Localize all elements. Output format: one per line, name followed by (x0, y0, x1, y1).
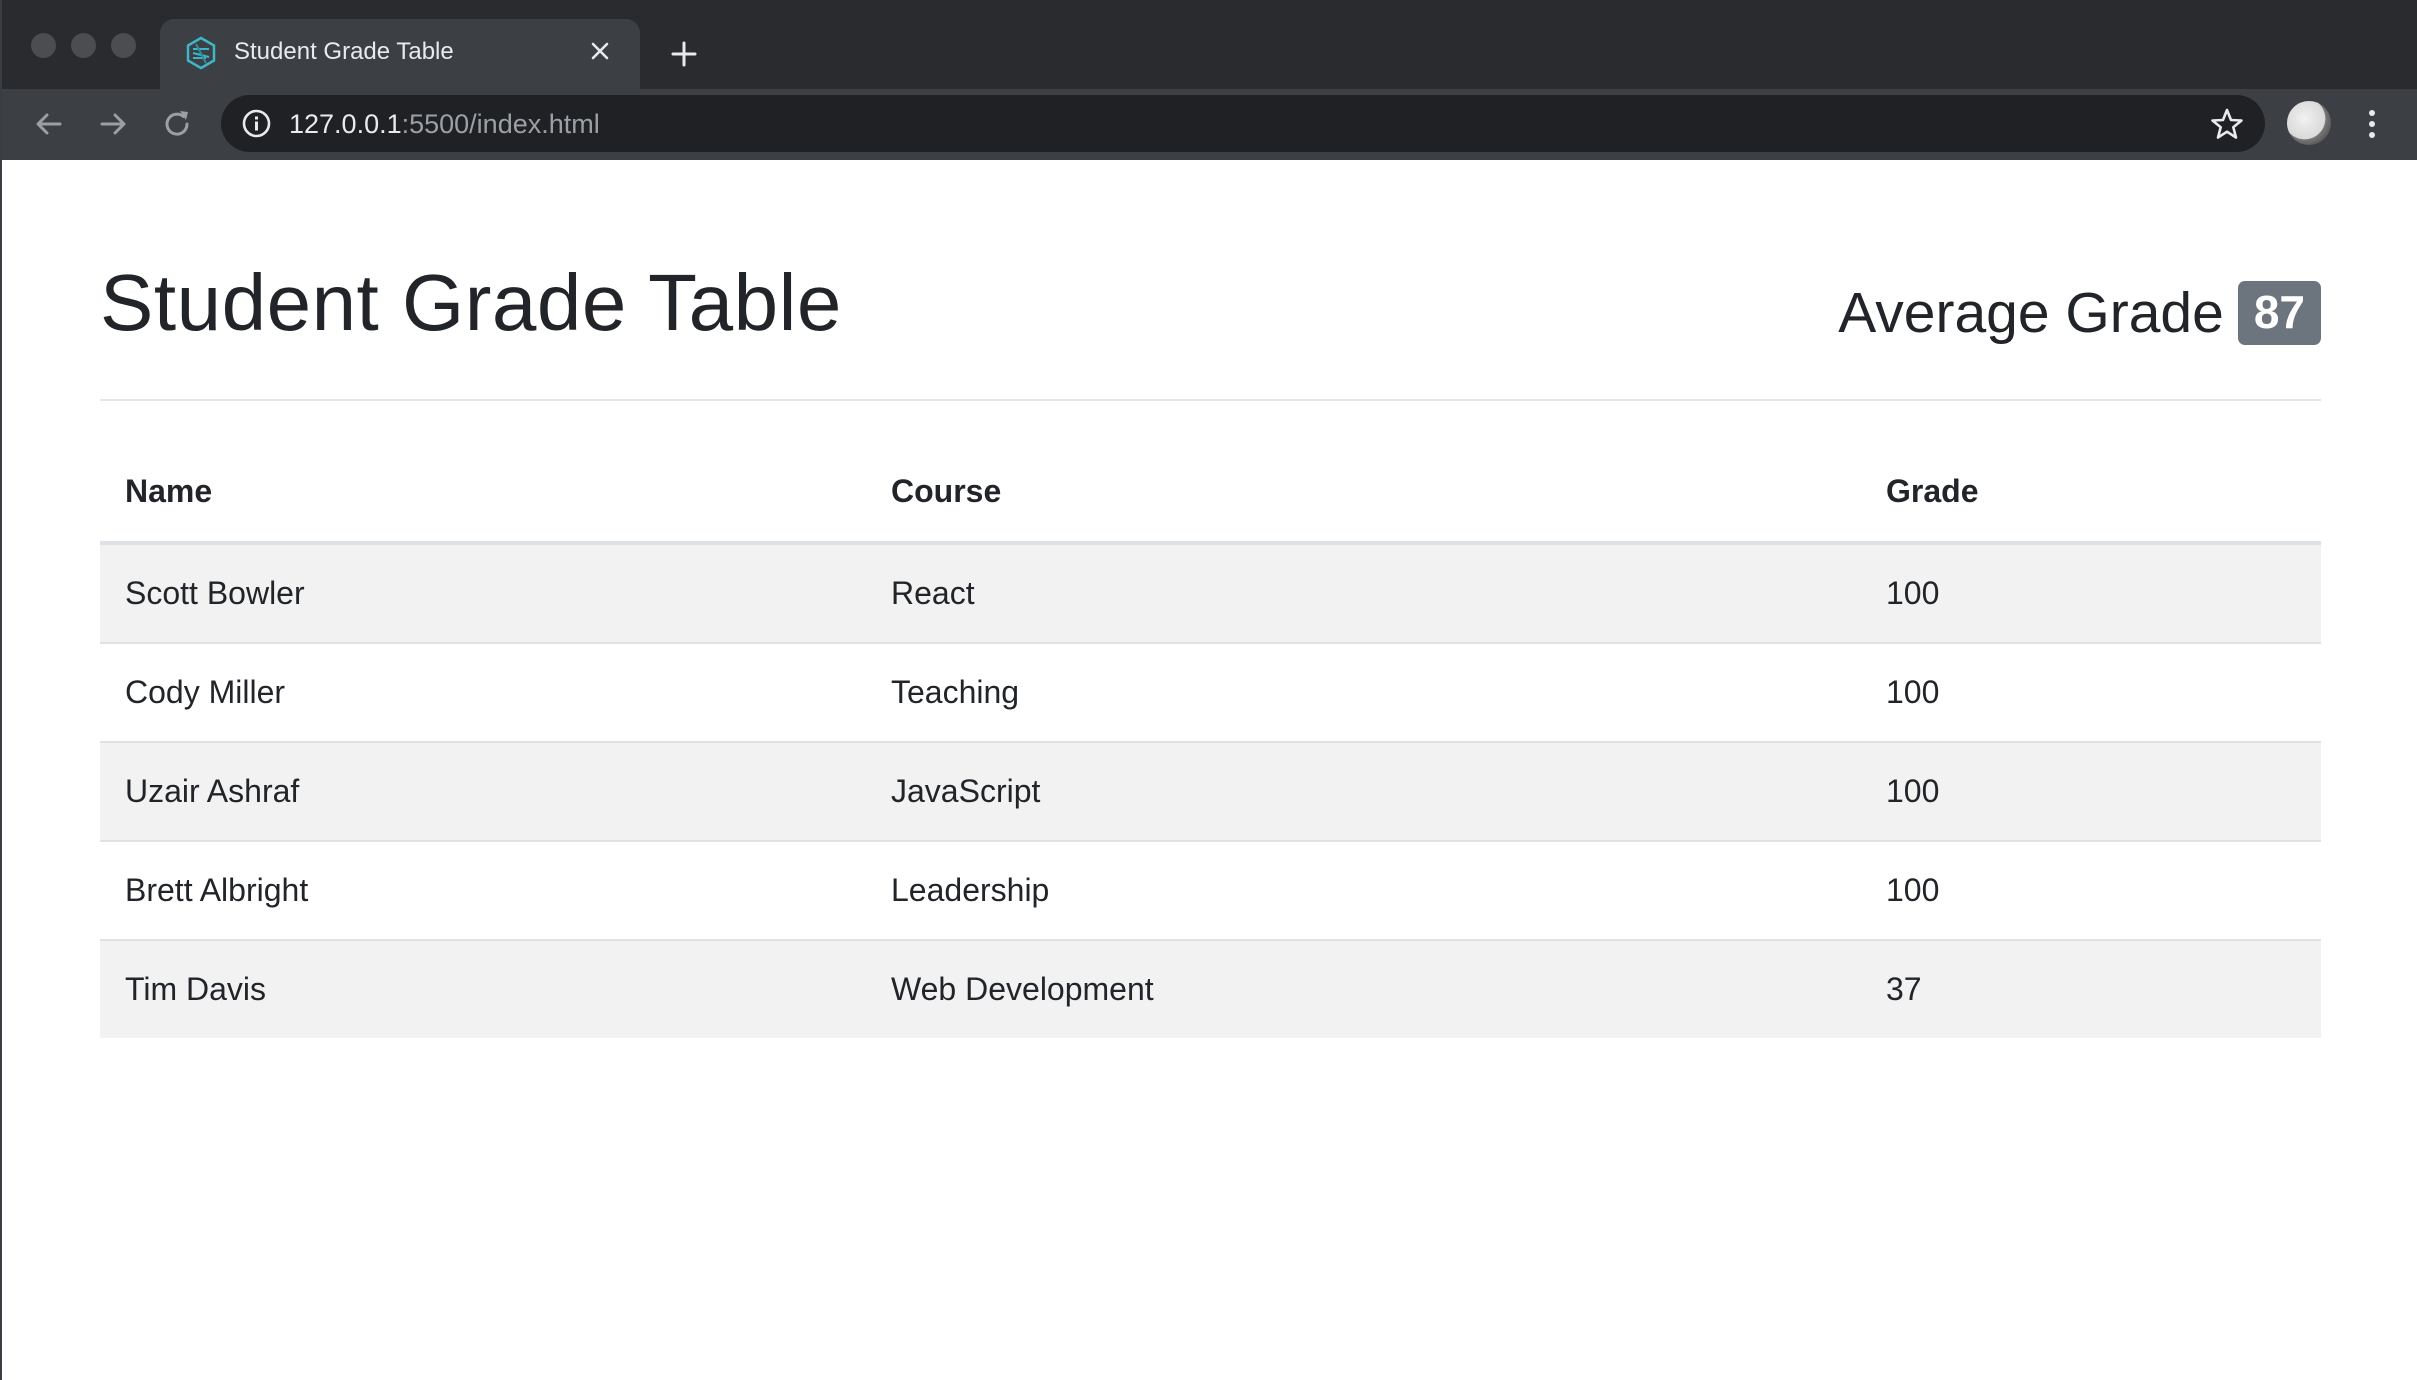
window-minimize-button[interactable] (71, 33, 96, 58)
column-header-course: Course (866, 441, 1861, 545)
star-icon[interactable] (2209, 106, 2245, 142)
tab-title: Student Grade Table (234, 38, 454, 65)
student-course: React (866, 543, 1861, 643)
window-close-button[interactable] (31, 33, 56, 58)
profile-avatar[interactable] (2287, 101, 2331, 145)
reload-icon (165, 111, 189, 136)
table-row: Brett Albright Leadership 100 (100, 840, 2321, 940)
vertical-dots-icon[interactable] (2352, 102, 2392, 146)
student-name: Cody Miller (100, 642, 866, 742)
reload-button[interactable] (152, 99, 202, 149)
student-grade: 100 (1861, 543, 2321, 643)
header-divider (100, 399, 2321, 401)
student-course: Leadership (866, 840, 1861, 940)
url-host: 127.0.0.1 (289, 109, 402, 139)
address-bar[interactable]: 127.0.0.1:5500/index.html (221, 95, 2265, 152)
close-icon (591, 42, 609, 60)
grade-table: Name Course Grade Scott Bowler React 100… (100, 441, 2321, 1038)
table-header-row: Name Course Grade (100, 441, 2321, 545)
window-zoom-button[interactable] (111, 33, 136, 58)
student-grade: 37 (1861, 939, 2321, 1038)
column-header-name: Name (100, 441, 866, 545)
plus-icon (671, 41, 697, 67)
student-grade: 100 (1861, 642, 2321, 742)
table-row: Tim Davis Web Development 37 (100, 939, 2321, 1038)
table-row: Scott Bowler React 100 (100, 543, 2321, 643)
student-name: Scott Bowler (100, 543, 866, 643)
info-icon[interactable] (241, 108, 272, 139)
tab-strip: Student Grade Table (2, 0, 2417, 89)
browser-window: Student Grade Table 127.0.0.1:5500/index… (0, 0, 2417, 1380)
student-grade: 100 (1861, 840, 2321, 940)
student-course: JavaScript (866, 741, 1861, 841)
active-tab[interactable]: Student Grade Table (160, 19, 640, 89)
arrow-left-icon (36, 113, 62, 135)
back-button[interactable] (24, 99, 74, 149)
student-course: Teaching (866, 642, 1861, 742)
url-path: :5500/index.html (401, 109, 600, 139)
student-grade: 100 (1861, 741, 2321, 841)
page-content: Student Grade Table Average Grade 87 Nam… (2, 160, 2417, 1380)
average-grade-badge: 87 (2237, 281, 2321, 345)
student-name: Tim Davis (100, 939, 866, 1038)
tab-close-button[interactable] (582, 33, 618, 69)
arrow-right-icon (100, 113, 126, 135)
browser-toolbar: 127.0.0.1:5500/index.html (2, 89, 2417, 160)
page-title: Student Grade Table (100, 258, 842, 347)
forward-button[interactable] (88, 99, 138, 149)
new-tab-button[interactable] (662, 32, 706, 76)
url-text[interactable]: 127.0.0.1:5500/index.html (289, 109, 600, 140)
student-name: Uzair Ashraf (100, 741, 866, 841)
average-grade-label: Average Grade (1838, 281, 2224, 345)
table-row: Uzair Ashraf JavaScript 100 (100, 741, 2321, 841)
app-logo-icon (186, 36, 216, 70)
student-course: Web Development (866, 939, 1861, 1038)
table-row: Cody Miller Teaching 100 (100, 642, 2321, 742)
average-grade: Average Grade 87 (1838, 280, 2321, 346)
student-name: Brett Albright (100, 840, 866, 940)
column-header-grade: Grade (1861, 441, 2321, 545)
